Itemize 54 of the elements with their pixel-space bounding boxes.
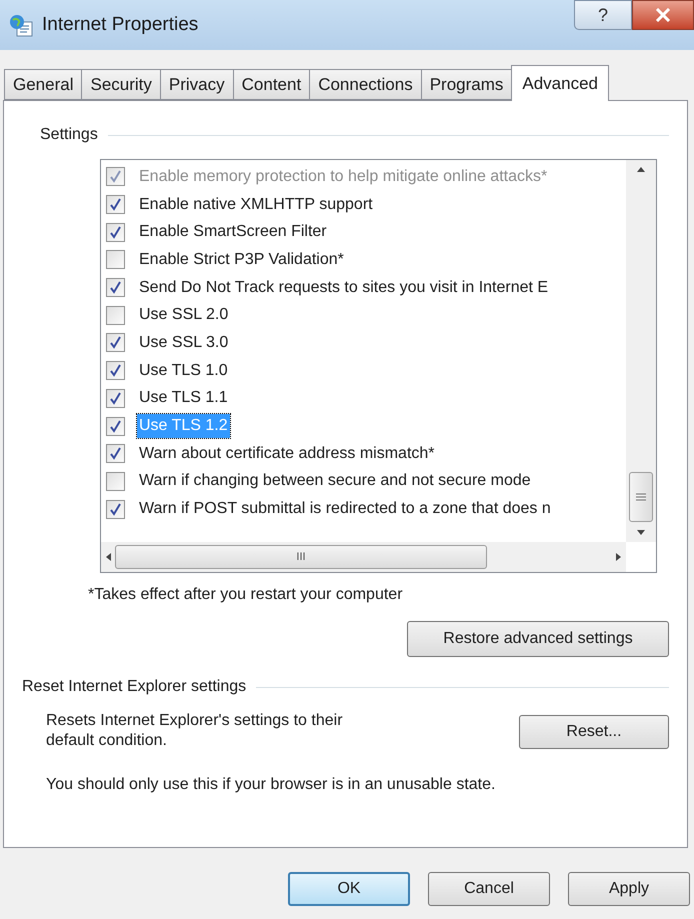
checkbox[interactable] — [106, 333, 125, 352]
close-button[interactable] — [632, 0, 694, 30]
footnote-text: *Takes effect after you restart your computer — [88, 585, 404, 605]
scrollbar-thumb[interactable]: III — [115, 545, 487, 569]
tab[interactable]: Advanced — [511, 65, 610, 101]
scroll-left-icon — [105, 552, 111, 562]
scroll-right-icon — [616, 552, 622, 562]
globe-document-icon — [8, 12, 34, 38]
reset-button[interactable]: Reset... — [519, 715, 669, 749]
dialog-button[interactable]: Cancel — [428, 872, 550, 906]
setting-label[interactable]: Use TLS 1.0 — [137, 358, 230, 383]
tab[interactable]: General — [4, 69, 82, 100]
setting-label[interactable]: Warn about certificate address mismatch* — [137, 442, 437, 466]
setting-label[interactable]: Enable Strict P3P Validation* — [137, 248, 346, 272]
checkbox[interactable] — [106, 416, 125, 436]
checkbox[interactable] — [106, 306, 125, 325]
window-title: Internet Properties — [42, 12, 198, 37]
description-text: Resets Internet Explorer's settings to their default condition. — [46, 711, 344, 751]
scrollbar-thumb[interactable] — [629, 472, 653, 522]
warning-text: You should only use this if your browser is in an unusable state. — [46, 775, 496, 795]
tab[interactable]: Connections — [309, 69, 421, 100]
tab[interactable]: Security — [81, 69, 160, 100]
checkbox[interactable] — [106, 444, 125, 464]
grip-icon — [636, 493, 646, 501]
tab[interactable]: Privacy — [160, 69, 233, 100]
checkbox[interactable] — [106, 278, 125, 298]
checkbox[interactable] — [106, 472, 125, 491]
setting-label[interactable]: Use TLS 1.1 — [137, 386, 230, 410]
vertical-scrollbar[interactable] — [626, 160, 656, 542]
setting-label[interactable]: Warn if changing between secure and not secure mode — [137, 469, 533, 494]
checkbox[interactable] — [106, 222, 125, 242]
tab[interactable]: Content — [232, 69, 310, 100]
group-title: Reset Internet Explorer settings — [22, 677, 246, 697]
close-icon — [655, 8, 671, 22]
setting-label[interactable]: Send Do Not Track requests to sites you visit in Internet E — [137, 276, 550, 300]
dialog-button[interactable]: OK — [288, 872, 410, 906]
checkbox[interactable] — [106, 195, 125, 214]
group-title: Settings — [40, 125, 98, 145]
checkbox[interactable] — [106, 250, 125, 270]
scroll-up-icon — [636, 166, 646, 172]
setting-label[interactable]: Use SSL 2.0 — [137, 303, 230, 328]
scroll-down-icon — [636, 530, 646, 536]
tab[interactable]: Programs — [420, 69, 512, 100]
dialog-button[interactable]: Apply — [568, 872, 690, 906]
checkbox[interactable] — [106, 388, 125, 408]
setting-label[interactable]: Warn if POST submittal is redirected to a zone that does n — [137, 497, 553, 522]
checkbox[interactable] — [106, 361, 125, 380]
horizontal-scrollbar[interactable]: III — [101, 542, 626, 572]
setting-label[interactable]: Use SSL 3.0 — [137, 330, 230, 355]
restore-button[interactable]: Restore advanced settings — [407, 621, 669, 657]
setting-label[interactable]: Enable SmartScreen Filter — [137, 220, 329, 244]
checkbox[interactable] — [106, 500, 125, 519]
setting-label[interactable]: Enable native XMLHTTP support — [137, 192, 375, 217]
help-button[interactable]: ? — [574, 0, 632, 30]
